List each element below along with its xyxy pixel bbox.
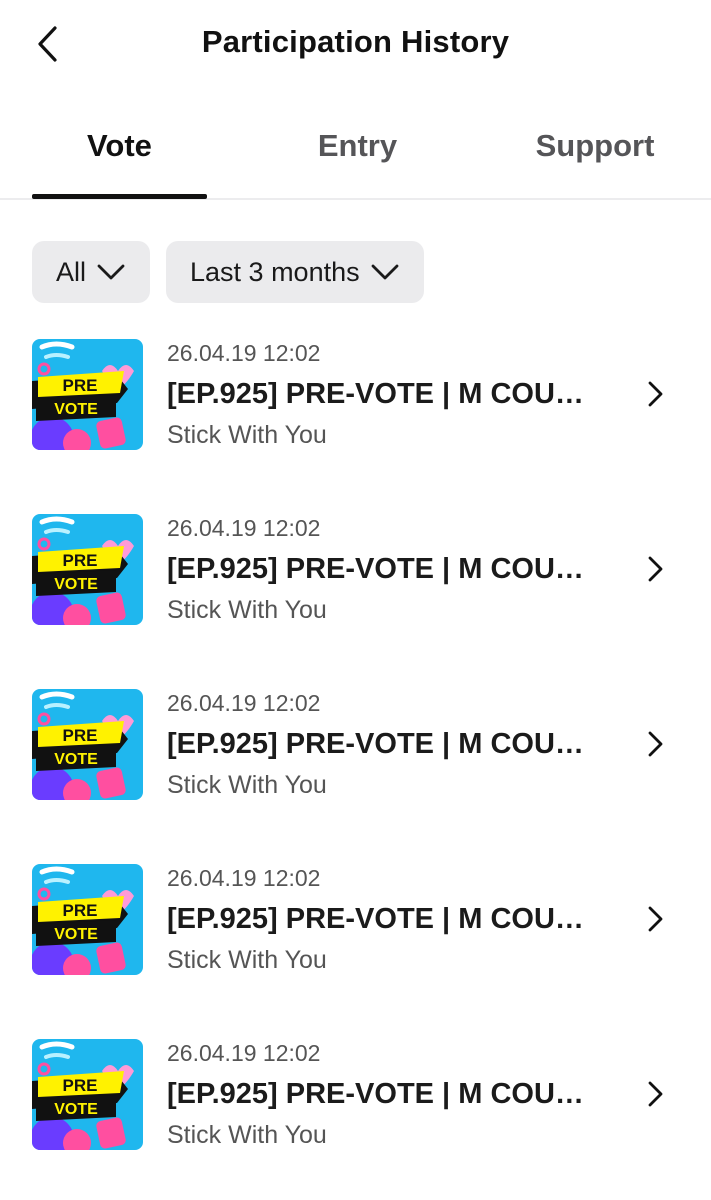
item-subtitle: Stick With You xyxy=(167,421,327,449)
filter-bar: All Last 3 months xyxy=(32,241,424,303)
list-item[interactable]: PRE VOTE 26.04.19 12:02 [EP.925] PRE-VOT… xyxy=(0,685,711,860)
vote-thumbnail: PRE VOTE xyxy=(32,1039,143,1150)
thumb-text-pre: PRE xyxy=(63,1076,98,1095)
thumb-text-vote: VOTE xyxy=(54,401,98,418)
item-date: 26.04.19 12:02 xyxy=(167,1040,321,1066)
thumb-text-pre: PRE xyxy=(63,551,98,570)
item-subtitle: Stick With You xyxy=(167,1121,327,1149)
list-item[interactable]: PRE VOTE 26.04.19 12:02 [EP.925] PRE-VOT… xyxy=(0,860,711,1035)
active-tab-indicator xyxy=(32,194,207,199)
chevron-right-icon xyxy=(640,554,670,584)
chevron-right-icon xyxy=(640,729,670,759)
header: Participation History xyxy=(0,0,711,90)
item-subtitle: Stick With You xyxy=(167,771,327,799)
item-date: 26.04.19 12:02 xyxy=(167,690,321,716)
list-item[interactable]: PRE VOTE 26.04.19 12:02 [EP.925] PRE-VOT… xyxy=(0,510,711,685)
thumb-text-vote: VOTE xyxy=(54,576,98,593)
item-date: 26.04.19 12:02 xyxy=(167,515,321,541)
item-subtitle: Stick With You xyxy=(167,946,327,974)
period-filter-dropdown[interactable]: Last 3 months xyxy=(166,241,424,303)
tab-support[interactable]: Support xyxy=(505,128,685,200)
item-date: 26.04.19 12:02 xyxy=(167,340,321,366)
thumb-text-vote: VOTE xyxy=(54,1101,98,1118)
vote-thumbnail: PRE VOTE xyxy=(32,864,143,975)
thumb-text-pre: PRE xyxy=(63,901,98,920)
thumb-text-pre: PRE xyxy=(63,376,98,395)
page-title: Participation History xyxy=(201,24,510,59)
type-filter-dropdown[interactable]: All xyxy=(32,241,151,303)
item-title: [EP.925] PRE-VOTE | M COUNTDOWN xyxy=(167,903,597,935)
chevron-right-icon xyxy=(640,1079,670,1109)
thumb-text-vote: VOTE xyxy=(54,926,98,943)
chevron-down-icon xyxy=(370,263,400,281)
tab-entry[interactable]: Entry xyxy=(270,128,445,200)
thumb-text-vote: VOTE xyxy=(54,751,98,768)
period-filter-label: Last 3 months xyxy=(190,256,360,287)
item-title: [EP.925] PRE-VOTE | M COUNTDOWN xyxy=(167,1078,597,1110)
tab-bar: Vote Entry Support xyxy=(0,112,711,200)
vote-thumbnail: PRE VOTE xyxy=(32,339,143,450)
chevron-right-icon xyxy=(640,904,670,934)
item-title: [EP.925] PRE-VOTE | M COUNTDOWN xyxy=(167,553,597,585)
item-date: 26.04.19 12:02 xyxy=(167,865,321,891)
vote-thumbnail: PRE VOTE xyxy=(32,689,143,800)
list-item[interactable]: PRE VOTE 26.04.19 12:02 [EP.925] PRE-VOT… xyxy=(0,335,711,510)
item-title: [EP.925] PRE-VOTE | M COUNTDOWN xyxy=(167,378,597,410)
tab-vote[interactable]: Vote xyxy=(32,128,207,200)
thumb-text-pre: PRE xyxy=(63,726,98,745)
type-filter-label: All xyxy=(56,256,87,287)
chevron-down-icon xyxy=(96,263,126,281)
item-subtitle: Stick With You xyxy=(167,596,327,624)
list-item[interactable]: PRE VOTE 26.04.19 12:02 [EP.925] PRE-VOT… xyxy=(0,1035,711,1200)
item-title: [EP.925] PRE-VOTE | M COUNTDOWN xyxy=(167,728,597,760)
vote-thumbnail: PRE VOTE xyxy=(32,514,143,625)
chevron-right-icon xyxy=(640,379,670,409)
vote-history-list: PRE VOTE 26.04.19 12:02 [EP.925] PRE-VOT… xyxy=(0,335,711,1200)
